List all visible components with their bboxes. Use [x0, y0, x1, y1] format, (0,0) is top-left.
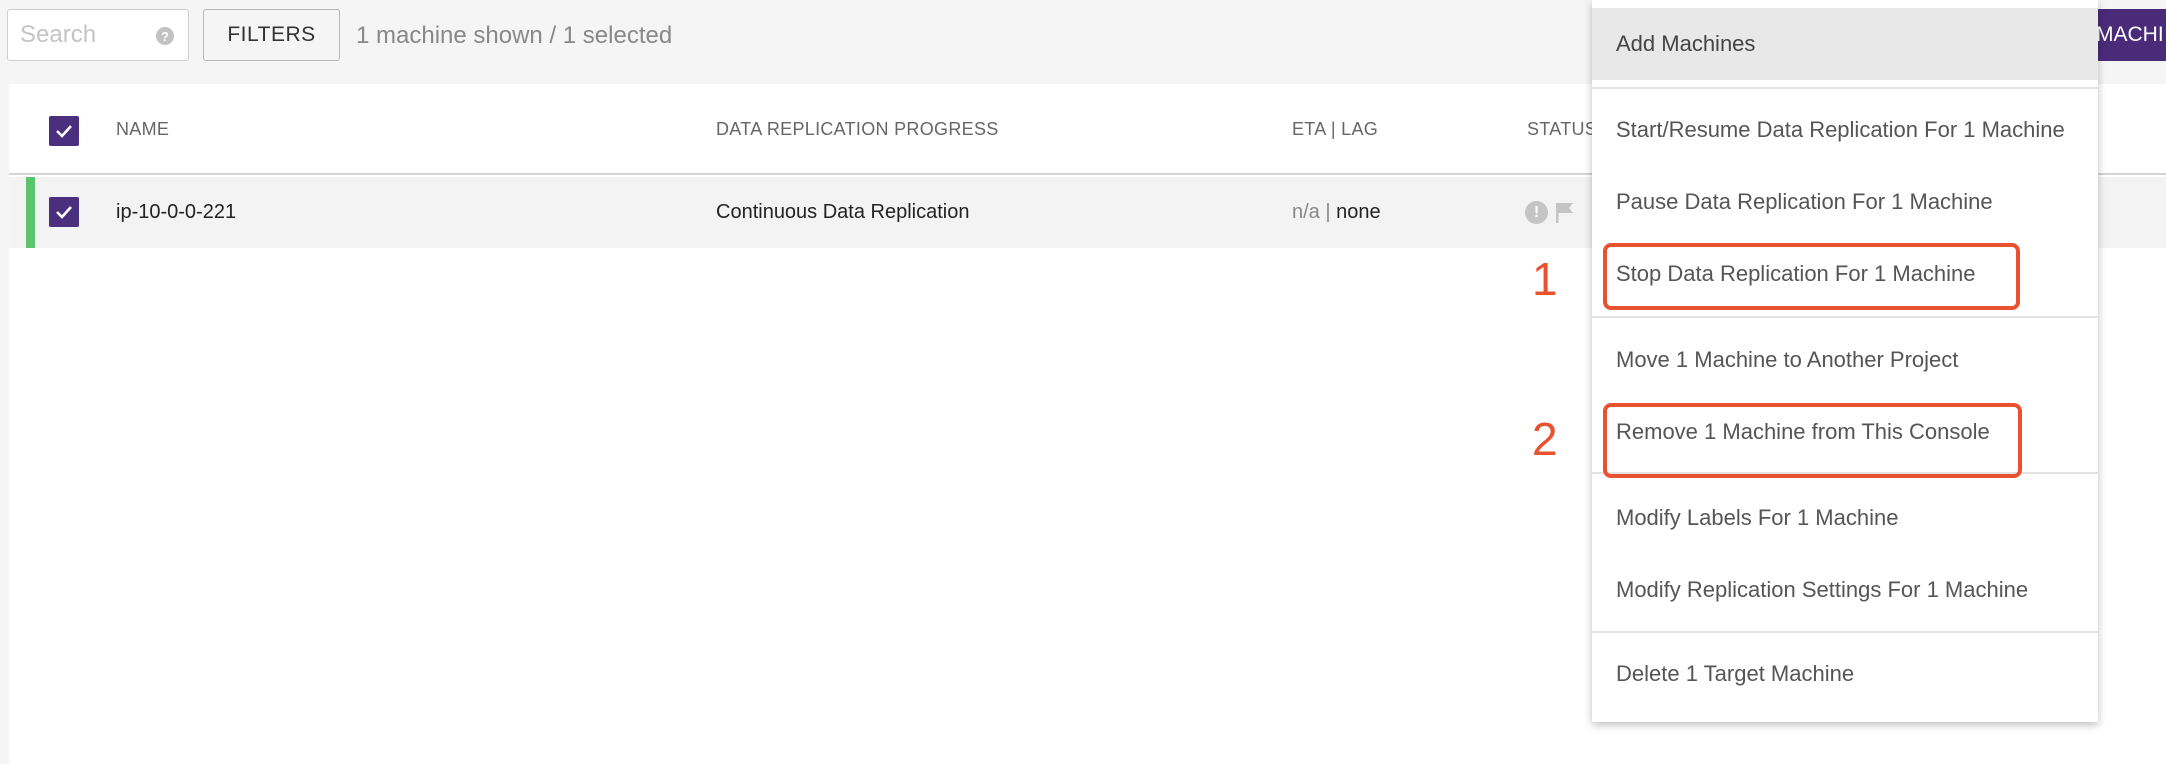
check-icon: [56, 125, 72, 138]
eta-lag: n/a | none: [1292, 201, 1381, 224]
search-input[interactable]: [8, 10, 148, 60]
menu-item-pause-replication[interactable]: Pause Data Replication For 1 Machine: [1592, 166, 2098, 238]
row-checkbox[interactable]: [49, 197, 79, 227]
row-status-marker: [26, 177, 35, 248]
lag-value: none: [1336, 201, 1381, 223]
alert-icon: !: [1525, 201, 1548, 224]
menu-item-add-machines[interactable]: Add Machines: [1592, 8, 2098, 80]
annotation-box-2: [1603, 403, 2022, 478]
menu-item-move-machine[interactable]: Move 1 Machine to Another Project: [1592, 324, 2098, 396]
annotation-box-1: [1603, 243, 2020, 310]
check-icon: [56, 206, 72, 219]
menu-divider: [1592, 631, 2098, 633]
eta-separator: |: [1325, 201, 1337, 223]
machine-name[interactable]: ip-10-0-0-221: [116, 201, 236, 224]
search-box[interactable]: ?: [7, 9, 189, 61]
select-all-checkbox[interactable]: [49, 116, 79, 146]
menu-item-delete-target[interactable]: Delete 1 Target Machine: [1592, 638, 2098, 710]
help-icon[interactable]: ?: [156, 27, 174, 45]
selection-count: 1 machine shown / 1 selected: [356, 22, 673, 49]
menu-divider: [1592, 316, 2098, 318]
column-header-status[interactable]: STATUS: [1527, 119, 1597, 140]
actions-menu: Add Machines Start/Resume Data Replicati…: [1592, 0, 2098, 722]
annotation-label-2: 2: [1532, 413, 1558, 465]
eta-value: n/a: [1292, 201, 1320, 223]
flag-icon: [1556, 203, 1573, 223]
menu-divider: [1592, 87, 2098, 89]
menu-item-start-replication[interactable]: Start/Resume Data Replication For 1 Mach…: [1592, 94, 2098, 166]
machines-action-button[interactable]: MACHI: [2096, 9, 2166, 61]
column-header-eta[interactable]: ETA | LAG: [1292, 119, 1378, 140]
menu-item-modify-settings[interactable]: Modify Replication Settings For 1 Machin…: [1592, 554, 2098, 626]
column-header-progress[interactable]: DATA REPLICATION PROGRESS: [716, 119, 999, 140]
column-header-name[interactable]: NAME: [116, 119, 169, 140]
menu-item-modify-labels[interactable]: Modify Labels For 1 Machine: [1592, 482, 2098, 554]
replication-progress: Continuous Data Replication: [716, 201, 970, 223]
filters-button[interactable]: FILTERS: [203, 9, 340, 61]
annotation-label-1: 1: [1532, 253, 1558, 305]
